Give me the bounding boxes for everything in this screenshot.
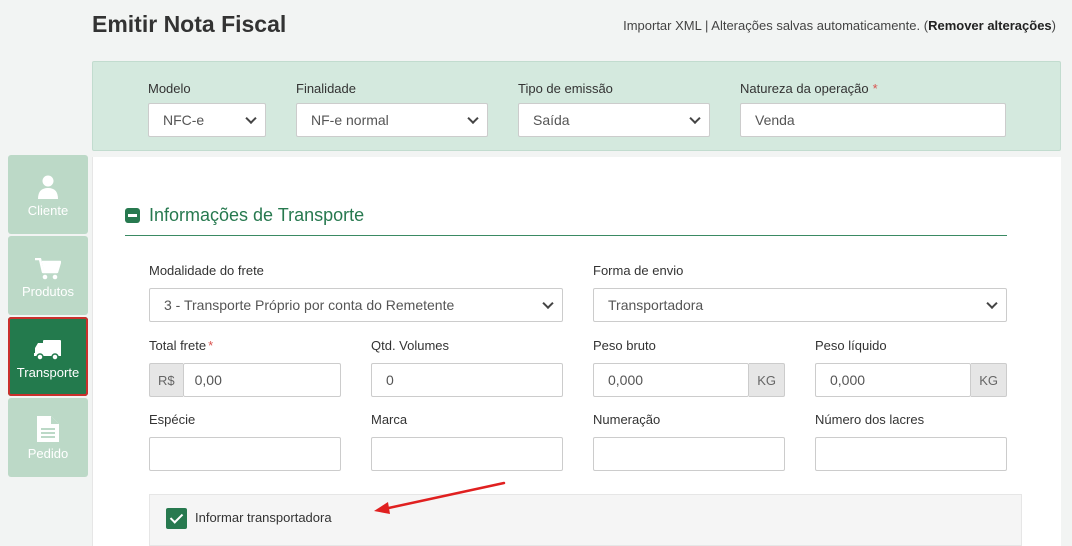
natureza-field: Natureza da operação * Venda	[740, 81, 1006, 137]
sidebar-item-produtos[interactable]: Produtos	[8, 236, 88, 315]
qtd-volumes-input[interactable]: 0	[371, 363, 563, 397]
autosave-status: Alterações salvas automaticamente.	[711, 18, 921, 33]
forma-envio-field: Forma de envio Transportadora	[593, 263, 1007, 322]
peso-liquido-label: Peso líquido	[815, 338, 887, 353]
peso-liquido-value: 0,000	[830, 372, 866, 388]
chevron-down-icon	[467, 112, 479, 125]
truck-icon	[34, 333, 62, 361]
chevron-down-icon	[689, 112, 701, 125]
peso-bruto-value: 0,000	[608, 372, 644, 388]
sidebar-item-pedido[interactable]: Pedido	[8, 398, 88, 477]
modalidade-label: Modalidade do frete	[149, 263, 264, 278]
marca-input[interactable]	[371, 437, 563, 471]
sidebar-item-label: Transporte	[16, 365, 80, 380]
import-xml-link[interactable]: Importar XML	[623, 18, 701, 33]
natureza-value: Venda	[755, 112, 795, 128]
natureza-label-text: Natureza da operação	[740, 81, 869, 96]
carrier-checkbox-area: Informar transportadora	[149, 494, 1022, 546]
peso-liquido-input[interactable]: 0,000	[815, 363, 972, 397]
page-title: Emitir Nota Fiscal	[92, 11, 287, 37]
especie-label: Espécie	[149, 412, 196, 427]
finalidade-label: Finalidade	[296, 81, 356, 96]
natureza-label: Natureza da operação *	[740, 81, 1006, 98]
especie-field: Espécie	[149, 412, 341, 471]
kg-addon: KG	[971, 363, 1007, 397]
sidebar-item-label: Cliente	[27, 203, 69, 218]
chevron-down-icon	[245, 112, 257, 125]
tipo-emissao-label: Tipo de emissão	[518, 81, 613, 96]
modalidade-select[interactable]: 3 - Transporte Próprio por conta do Reme…	[149, 288, 563, 322]
modelo-field: Modelo NFC-e	[148, 81, 266, 137]
sidebar-item-label: Produtos	[21, 284, 75, 299]
modelo-value: NFC-e	[163, 112, 205, 128]
total-frete-label-text: Total frete	[149, 338, 207, 353]
tipo-emissao-select[interactable]: Saída	[518, 103, 710, 137]
natureza-input[interactable]: Venda	[740, 103, 1006, 137]
qtd-volumes-field: Qtd. Volumes 0	[371, 338, 563, 397]
informar-transportadora-label[interactable]: Informar transportadora	[195, 510, 332, 525]
especie-input[interactable]	[149, 437, 341, 471]
informar-transportadora-checkbox[interactable]	[166, 508, 187, 529]
total-frete-label: Total frete *	[149, 338, 341, 356]
modalidade-value: 3 - Transporte Próprio por conta do Reme…	[164, 297, 455, 313]
transport-panel: Informações de Transporte Modalidade do …	[92, 157, 1061, 546]
peso-bruto-input[interactable]: 0,000	[593, 363, 750, 397]
remove-changes-link[interactable]: Remover alterações	[928, 18, 1052, 33]
sidebar-item-label: Pedido	[27, 446, 69, 461]
numeracao-input[interactable]	[593, 437, 785, 471]
total-frete-input[interactable]: 0,00	[182, 363, 341, 397]
qtd-volumes-value: 0	[386, 372, 394, 388]
lacres-input[interactable]	[815, 437, 1007, 471]
numeracao-label: Numeração	[593, 412, 661, 427]
user-icon	[38, 171, 58, 199]
tipo-emissao-field: Tipo de emissão Saída	[518, 81, 710, 137]
forma-envio-label: Forma de envio	[593, 263, 684, 278]
qtd-volumes-label: Qtd. Volumes	[371, 338, 450, 353]
document-icon	[37, 414, 59, 442]
top-actions: Importar XML | Alterações salvas automat…	[623, 18, 1056, 33]
currency-addon: R$	[149, 363, 183, 397]
total-frete-field: Total frete * R$ 0,00	[149, 338, 341, 397]
modelo-label: Modelo	[148, 81, 191, 96]
marca-label: Marca	[371, 412, 408, 427]
finalidade-value: NF-e normal	[311, 112, 389, 128]
peso-liquido-field: Peso líquido 0,000 KG	[815, 338, 1007, 397]
required-asterisk: *	[872, 81, 878, 96]
paren-close: )	[1051, 18, 1056, 33]
header-panel: Modelo NFC-e Finalidade NF-e normal Tipo…	[92, 61, 1061, 151]
section-header: Informações de Transporte	[125, 205, 1007, 236]
finalidade-field: Finalidade NF-e normal	[296, 81, 488, 137]
peso-bruto-field: Peso bruto 0,000 KG	[593, 338, 785, 397]
annotation-arrow-icon	[374, 481, 506, 514]
peso-bruto-label: Peso bruto	[593, 338, 656, 353]
sidebar-item-transporte[interactable]: Transporte	[8, 317, 88, 396]
kg-addon: KG	[749, 363, 785, 397]
lacres-field: Número dos lacres	[815, 412, 1007, 471]
cart-icon	[35, 252, 61, 280]
collapse-minus-icon[interactable]	[125, 208, 140, 223]
forma-envio-select[interactable]: Transportadora	[593, 288, 1007, 322]
total-frete-value: 0,00	[194, 372, 222, 388]
chevron-down-icon	[986, 297, 998, 310]
section-title: Informações de Transporte	[149, 205, 365, 225]
numeracao-field: Numeração	[593, 412, 785, 471]
tipo-emissao-value: Saída	[533, 112, 570, 128]
required-asterisk: *	[208, 338, 214, 353]
marca-field: Marca	[371, 412, 563, 471]
forma-envio-value: Transportadora	[608, 297, 704, 313]
modalidade-field: Modalidade do frete 3 - Transporte Própr…	[149, 263, 563, 322]
chevron-down-icon	[542, 297, 554, 310]
separator: |	[704, 18, 709, 33]
finalidade-select[interactable]: NF-e normal	[296, 103, 488, 137]
modelo-select[interactable]: NFC-e	[148, 103, 266, 137]
sidebar-item-cliente[interactable]: Cliente	[8, 155, 88, 234]
lacres-label: Número dos lacres	[815, 412, 925, 427]
